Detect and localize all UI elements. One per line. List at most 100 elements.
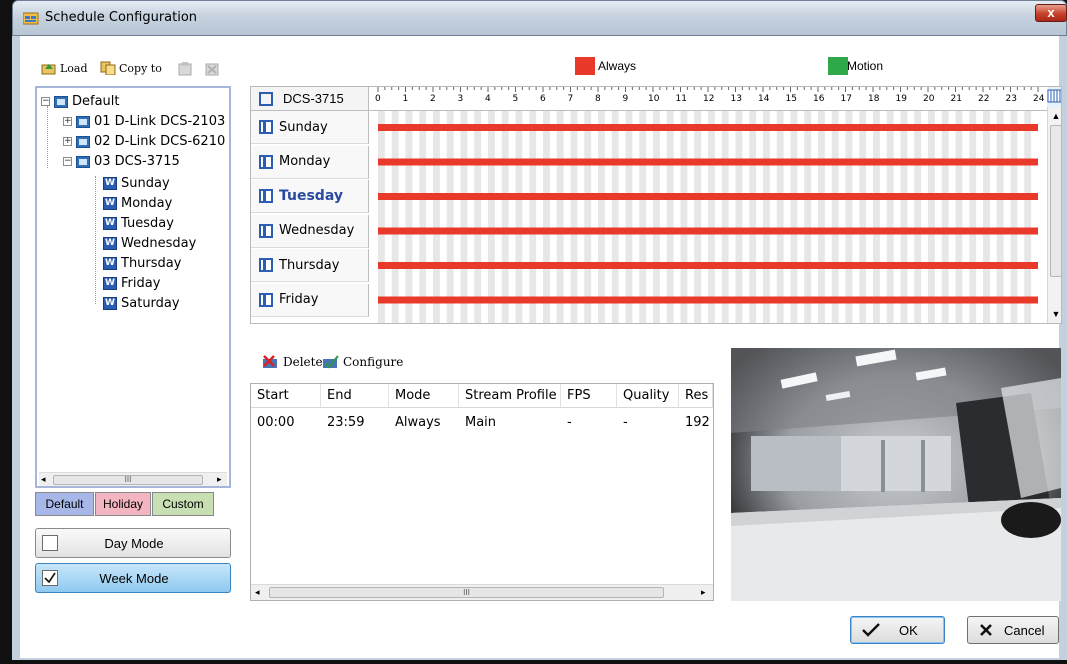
scroll-left-icon[interactable]: ◂ bbox=[41, 474, 46, 485]
expand-icon[interactable]: + bbox=[63, 117, 72, 126]
grid-stripe bbox=[1024, 111, 1032, 323]
group-icon bbox=[54, 95, 68, 108]
schedule-bars[interactable] bbox=[369, 111, 1049, 324]
title-bar: Schedule Configuration x bbox=[12, 0, 1067, 36]
grid-stripe bbox=[804, 111, 812, 323]
grid-stripe bbox=[584, 111, 592, 323]
day-row-monday[interactable]: Monday bbox=[251, 145, 369, 179]
delete-button[interactable]: Delete bbox=[262, 355, 323, 369]
scroll-left-icon[interactable]: ◂ bbox=[255, 587, 260, 598]
tree-day-item[interactable]: W Saturday bbox=[103, 296, 180, 311]
scroll-thumb[interactable]: III bbox=[269, 587, 664, 598]
camera-icon bbox=[76, 135, 90, 148]
cell-mode: Always bbox=[395, 415, 441, 430]
collapse-icon[interactable]: − bbox=[41, 97, 50, 106]
scroll-right-icon[interactable]: ▸ bbox=[701, 587, 706, 598]
collapse-icon[interactable]: − bbox=[63, 157, 72, 166]
scroll-right-icon[interactable]: ▸ bbox=[217, 474, 222, 485]
tab-default[interactable]: Default bbox=[35, 492, 94, 516]
column-header-fps[interactable]: FPS bbox=[561, 384, 617, 408]
schedule-grid[interactable]: DCS-3715 0 1 2 3 4 5 6 7 8 9 10 11 12 13 14 15 16 17 18 19 2… bbox=[250, 86, 1062, 324]
scroll-up-icon[interactable]: ▲ bbox=[1050, 110, 1061, 122]
day-icon bbox=[259, 258, 273, 272]
cell-resolution: 192 bbox=[685, 415, 710, 430]
column-header-resolution[interactable]: Res bbox=[679, 384, 713, 408]
schedule-bar-sunday[interactable] bbox=[378, 124, 1038, 131]
copy-to-button[interactable]: Copy to bbox=[100, 61, 162, 76]
scroll-thumb[interactable]: III bbox=[53, 475, 203, 485]
delete-disabled-icon[interactable] bbox=[205, 62, 221, 79]
cancel-button[interactable]: Cancel bbox=[967, 616, 1059, 644]
grid-stripe bbox=[969, 111, 977, 323]
day-row-friday[interactable]: Friday bbox=[251, 283, 369, 317]
tree-horizontal-scrollbar[interactable]: ◂ III ▸ bbox=[39, 472, 227, 486]
grid-stripe bbox=[955, 111, 963, 323]
tree-node-camera[interactable]: − 03 DCS-3715 bbox=[63, 154, 180, 169]
schedule-bar-friday[interactable] bbox=[378, 296, 1038, 304]
legend-motion-label: Motion bbox=[847, 59, 884, 73]
expand-icon[interactable]: + bbox=[63, 137, 72, 146]
grid-stripe bbox=[556, 111, 564, 323]
column-header-quality[interactable]: Quality bbox=[617, 384, 679, 408]
tree-day-item[interactable]: W Thursday bbox=[103, 256, 181, 271]
tree-day-item[interactable]: W Wednesday bbox=[103, 236, 196, 251]
schedule-track[interactable] bbox=[369, 111, 1049, 324]
tree-node-default[interactable]: − Default bbox=[41, 94, 120, 109]
week-day-icon: W bbox=[103, 217, 117, 230]
close-button[interactable]: x bbox=[1035, 4, 1067, 22]
day-icon bbox=[259, 223, 273, 238]
schedule-bar-wednesday[interactable] bbox=[378, 227, 1038, 235]
tab-holiday[interactable]: Holiday bbox=[95, 492, 151, 516]
day-row-tuesday[interactable]: Tuesday bbox=[251, 180, 369, 213]
camera-tree[interactable]: − Default + 01 D-Link DCS-2103 + 02 D-Li… bbox=[35, 86, 231, 488]
hour-label: 1 bbox=[402, 94, 409, 104]
tree-day-item[interactable]: W Friday bbox=[103, 276, 160, 291]
schedule-bar-tuesday[interactable] bbox=[378, 193, 1038, 200]
column-header-end[interactable]: End bbox=[321, 384, 389, 408]
hour-label: 5 bbox=[512, 94, 519, 104]
scroll-thumb[interactable] bbox=[1050, 125, 1061, 277]
hour-label: 9 bbox=[622, 94, 629, 104]
tree-node-camera[interactable]: + 02 D-Link DCS-6210 bbox=[63, 134, 225, 149]
grid-stripe bbox=[625, 111, 633, 323]
day-row-wednesday[interactable]: Wednesday bbox=[251, 214, 369, 248]
hour-label: 8 bbox=[595, 94, 601, 104]
grid-stripe bbox=[446, 111, 454, 323]
grid-stripe bbox=[611, 111, 619, 323]
week-mode-button[interactable]: Week Mode bbox=[35, 563, 231, 593]
day-mode-button[interactable]: Day Mode bbox=[35, 528, 231, 558]
scroll-down-icon[interactable]: ▼ bbox=[1050, 308, 1061, 320]
day-row-sunday[interactable]: Sunday bbox=[251, 111, 369, 144]
grid-stripe bbox=[391, 111, 399, 323]
grid-settings-icon[interactable] bbox=[1047, 87, 1061, 107]
schedule-table[interactable]: Start End Mode Stream Profile FPS Qualit… bbox=[250, 383, 714, 601]
tree-day-item[interactable]: W Tuesday bbox=[103, 216, 174, 231]
day-row-thursday[interactable]: Thursday bbox=[251, 249, 369, 282]
column-header-start[interactable]: Start bbox=[251, 384, 321, 408]
ok-button[interactable]: OK bbox=[850, 616, 945, 644]
grid-vertical-scrollbar[interactable]: ▲ ▼ bbox=[1047, 107, 1061, 323]
cell-fps: - bbox=[567, 415, 572, 430]
table-horizontal-scrollbar[interactable]: ◂ III ▸ bbox=[251, 584, 713, 600]
schedule-bar-monday[interactable] bbox=[378, 158, 1038, 166]
tree-day-item[interactable]: W Sunday bbox=[103, 176, 170, 191]
grid-stripe bbox=[941, 111, 949, 323]
column-header-mode[interactable]: Mode bbox=[389, 384, 459, 408]
tree-day-item[interactable]: W Monday bbox=[103, 196, 172, 211]
hour-label: 4 bbox=[485, 94, 491, 104]
configure-button[interactable]: Configure bbox=[322, 355, 403, 369]
cell-start: 00:00 bbox=[257, 415, 295, 430]
hour-label: 17 bbox=[840, 94, 852, 104]
tab-custom[interactable]: Custom bbox=[152, 492, 214, 516]
tree-node-camera[interactable]: + 01 D-Link DCS-2103 bbox=[63, 114, 225, 129]
checkmark-icon bbox=[862, 623, 880, 637]
grid-stripe bbox=[529, 111, 537, 323]
week-day-icon: W bbox=[103, 177, 117, 190]
grid-stripe bbox=[488, 111, 495, 323]
schedule-bar-thursday[interactable] bbox=[378, 262, 1038, 269]
load-button[interactable]: Load bbox=[41, 61, 88, 75]
paste-icon[interactable] bbox=[178, 62, 194, 79]
grid-stripe bbox=[873, 111, 880, 323]
grid-stripe bbox=[419, 111, 427, 323]
column-header-stream-profile[interactable]: Stream Profile bbox=[459, 384, 561, 408]
